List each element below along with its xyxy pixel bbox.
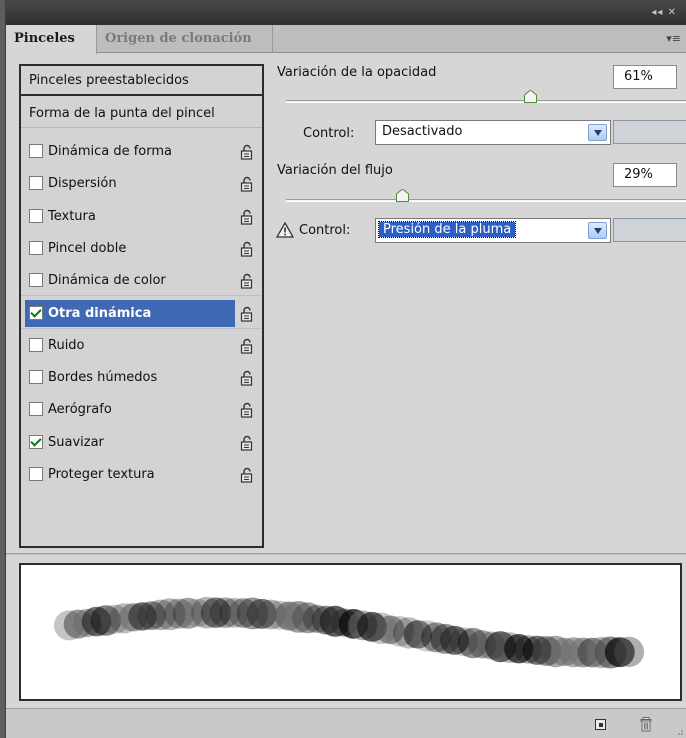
brush-setting-label: Otra dinámica [48,305,152,321]
brush-setting-label: Ruido [48,337,85,353]
panel-bottom-bar [6,708,686,738]
brush-setting-label: Dinámica de forma [48,144,173,159]
brush-setting-item[interactable]: Aerógrafo [21,394,262,425]
opacity-control-select[interactable]: Desactivado [375,120,611,145]
brush-presets-item[interactable]: Pinceles preestablecidos [21,66,262,96]
divider [6,553,686,555]
chevron-down-icon[interactable] [588,124,607,141]
lock-icon[interactable] [240,402,254,418]
lock-icon[interactable] [240,467,254,483]
brush-setting-label: Bordes húmedos [48,370,158,386]
checkbox[interactable] [29,402,43,417]
settings-area: Variación de la opacidad 61% Control: De… [276,53,686,553]
opacity-jitter-slider[interactable] [286,100,686,103]
tab-brushes[interactable]: Pinceles [6,25,97,54]
checkbox[interactable] [29,208,43,223]
lock-icon[interactable] [240,370,254,386]
brush-setting-label: Textura [48,208,96,224]
flow-jitter-label: Variación del flujo [277,163,393,178]
opacity-jitter-label: Variación de la opacidad [277,65,437,80]
opacity-min-input [613,120,686,144]
flow-min-input [613,218,686,242]
flow-slider-thumb[interactable] [395,189,409,202]
brush-setting-label: Pincel doble [48,240,127,256]
brush-setting-item[interactable]: Otra dinámica [21,298,262,329]
chevron-down-icon[interactable] [588,222,607,239]
brush-stroke-preview [19,563,682,701]
flow-jitter-input[interactable]: 29% [613,163,677,187]
brush-setting-item[interactable]: Dispersión [21,168,262,199]
flow-control-select[interactable]: Presión de la pluma [375,218,611,243]
flow-control-value: Presión de la pluma [377,221,517,238]
resize-grip-icon[interactable] [675,727,683,735]
opacity-control-value: Desactivado [382,124,463,139]
flow-jitter-slider[interactable] [286,199,686,202]
lock-icon[interactable] [240,241,254,257]
lock-icon[interactable] [240,338,254,354]
checkbox[interactable] [29,305,43,320]
brush-setting-item[interactable]: Ruido [21,330,262,361]
brush-setting-item[interactable]: Dinámica de forma [21,136,262,167]
brush-setting-item[interactable]: Textura [21,201,262,232]
lock-icon[interactable] [240,209,254,225]
brush-setting-item[interactable]: Proteger textura [21,459,262,490]
checkbox[interactable] [29,467,43,481]
brush-tip-shape-item[interactable]: Forma de la punta del pincel [21,100,262,128]
brush-setting-item[interactable]: Dinámica de color [21,265,262,297]
checkbox[interactable] [29,434,43,449]
collapse-icon[interactable]: ◂◂ ✕ [651,7,677,18]
checkbox[interactable] [29,144,43,158]
opacity-jitter-input[interactable]: 61% [613,65,677,89]
tab-clone-source[interactable]: Origen de clonación [97,25,273,53]
brush-setting-label: Proteger textura [48,467,155,482]
panel-title-bar: ◂◂ ✕ [6,0,686,25]
checkbox[interactable] [29,273,43,288]
opacity-control-label: Control: [303,126,355,141]
checkbox[interactable] [29,240,43,255]
flow-control-label: Control: [299,223,351,238]
brush-setting-item[interactable]: Bordes húmedos [21,362,262,393]
brushes-panel: ◂◂ ✕ Pinceles Origen de clonación ▾≡ Pin… [5,0,686,738]
panel-menu-icon[interactable]: ▾≡ [666,32,681,45]
brush-setting-item[interactable]: Suavizar [21,427,262,458]
lock-icon[interactable] [240,176,254,192]
brush-setting-label: Aerógrafo [48,402,112,418]
tab-bar: Pinceles Origen de clonación ▾≡ [6,25,686,54]
checkbox[interactable] [29,370,43,385]
brush-settings-list: Pinceles preestablecidos Forma de la pun… [19,64,264,548]
checkbox[interactable] [29,337,43,352]
lock-icon[interactable] [240,273,254,289]
lock-icon[interactable] [240,306,254,322]
opacity-slider-thumb[interactable] [523,90,537,103]
brush-setting-item[interactable]: Pincel doble [21,233,262,264]
warning-icon [276,222,294,238]
brush-setting-label: Dinámica de color [48,273,166,289]
lock-icon[interactable] [240,435,254,451]
new-preset-icon[interactable] [593,716,609,732]
brush-setting-label: Dispersión [48,176,117,192]
brush-setting-label: Suavizar [48,434,104,450]
brush-dab [613,636,645,667]
trash-icon[interactable] [638,716,654,732]
checkbox[interactable] [29,176,43,191]
lock-icon[interactable] [240,144,254,160]
